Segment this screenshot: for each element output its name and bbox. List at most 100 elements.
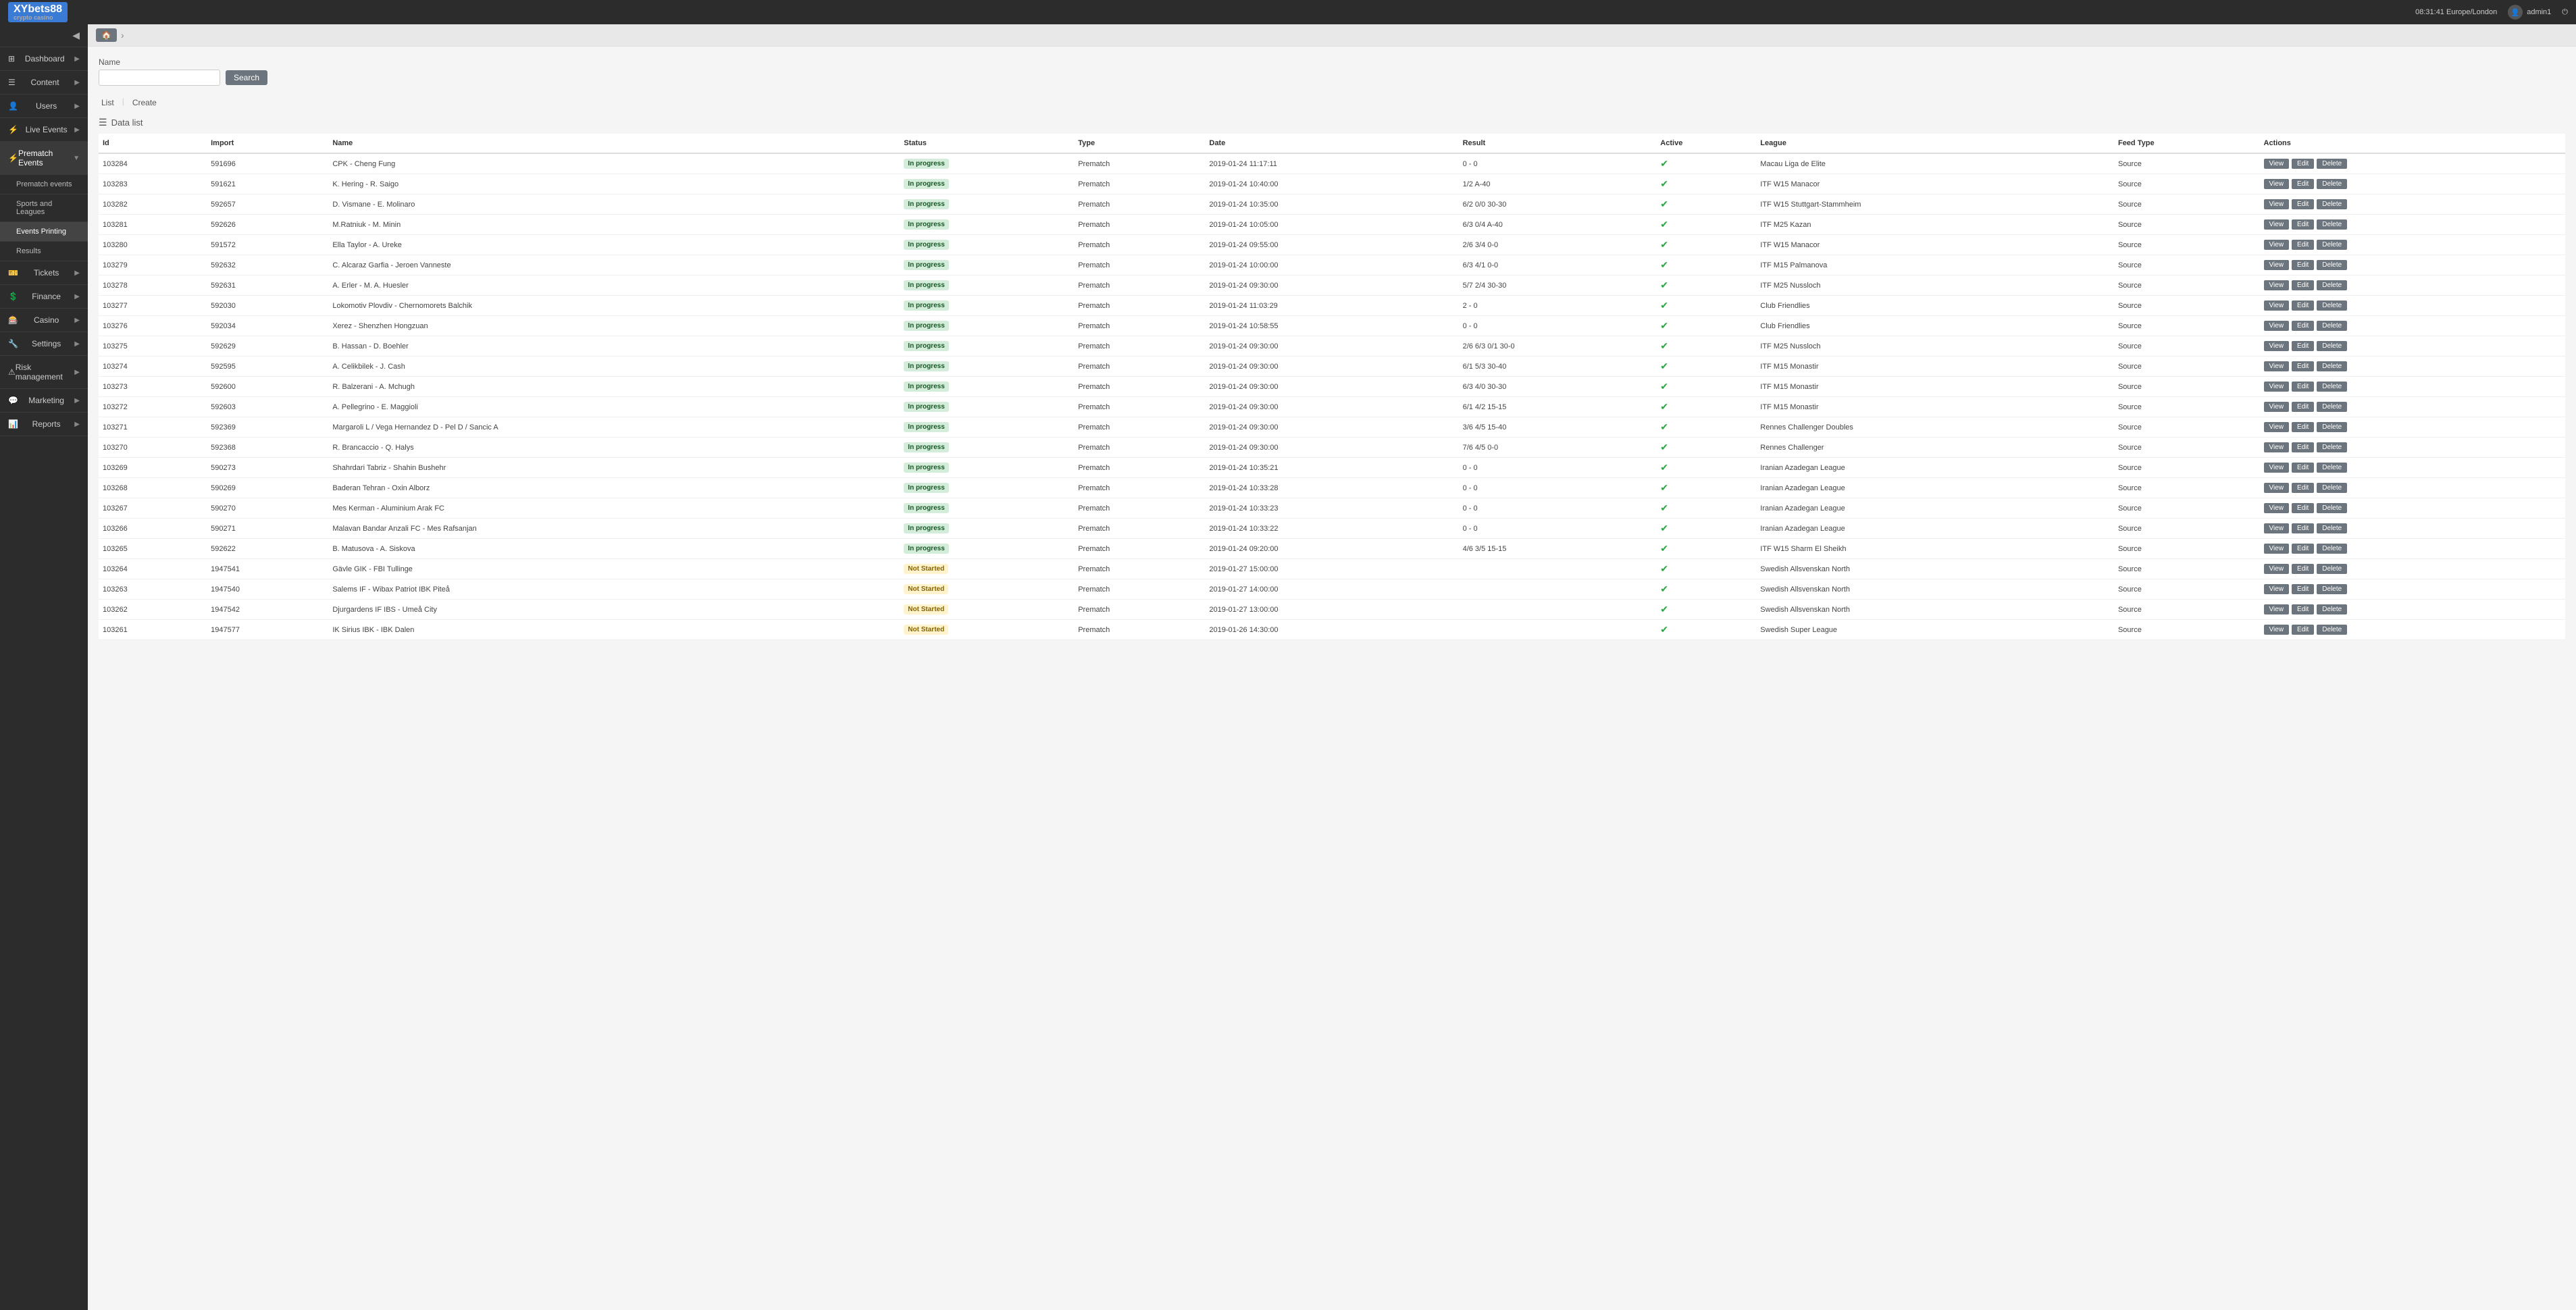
- view-button[interactable]: View: [2264, 625, 2290, 635]
- edit-button[interactable]: Edit: [2292, 544, 2314, 554]
- edit-button[interactable]: Edit: [2292, 442, 2314, 452]
- edit-button[interactable]: Edit: [2292, 199, 2314, 209]
- edit-button[interactable]: Edit: [2292, 361, 2314, 371]
- delete-button[interactable]: Delete: [2317, 463, 2347, 473]
- delete-button[interactable]: Delete: [2317, 321, 2347, 331]
- edit-button[interactable]: Edit: [2292, 463, 2314, 473]
- delete-button[interactable]: Delete: [2317, 422, 2347, 432]
- edit-button[interactable]: Edit: [2292, 219, 2314, 230]
- cell-result: 6/1 5/3 30-40: [1459, 357, 1657, 377]
- cell-status: In progress: [900, 377, 1074, 397]
- home-button[interactable]: 🏠: [96, 28, 117, 42]
- sidebar-item-settings[interactable]: 🔧 Settings ▶: [0, 332, 88, 356]
- delete-button[interactable]: Delete: [2317, 280, 2347, 290]
- delete-button[interactable]: Delete: [2317, 604, 2347, 614]
- edit-button[interactable]: Edit: [2292, 584, 2314, 594]
- sidebar-item-live-events[interactable]: ⚡ Live Events ▶: [0, 118, 88, 142]
- sidebar-sub-results[interactable]: Results: [0, 242, 88, 261]
- delete-button[interactable]: Delete: [2317, 199, 2347, 209]
- edit-button[interactable]: Edit: [2292, 604, 2314, 614]
- view-button[interactable]: View: [2264, 321, 2290, 331]
- sidebar-sub-events-printing[interactable]: Events Printing: [0, 222, 88, 242]
- view-button[interactable]: View: [2264, 199, 2290, 209]
- delete-button[interactable]: Delete: [2317, 625, 2347, 635]
- view-button[interactable]: View: [2264, 523, 2290, 533]
- sidebar-item-marketing[interactable]: 💬 Marketing ▶: [0, 389, 88, 413]
- edit-button[interactable]: Edit: [2292, 260, 2314, 270]
- search-input[interactable]: [99, 70, 220, 86]
- delete-button[interactable]: Delete: [2317, 503, 2347, 513]
- view-button[interactable]: View: [2264, 422, 2290, 432]
- edit-button[interactable]: Edit: [2292, 503, 2314, 513]
- view-button[interactable]: View: [2264, 260, 2290, 270]
- search-button[interactable]: Search: [226, 70, 267, 85]
- sidebar-item-tickets[interactable]: 🎫 Tickets ▶: [0, 261, 88, 285]
- delete-button[interactable]: Delete: [2317, 260, 2347, 270]
- view-button[interactable]: View: [2264, 361, 2290, 371]
- view-button[interactable]: View: [2264, 503, 2290, 513]
- sidebar-sub-prematch-events[interactable]: Prematch events: [0, 175, 88, 194]
- edit-button[interactable]: Edit: [2292, 382, 2314, 392]
- view-button[interactable]: View: [2264, 341, 2290, 351]
- edit-button[interactable]: Edit: [2292, 179, 2314, 189]
- view-button[interactable]: View: [2264, 159, 2290, 169]
- sidebar-item-finance[interactable]: 💲 Finance ▶: [0, 285, 88, 309]
- view-button[interactable]: View: [2264, 483, 2290, 493]
- sidebar-item-content[interactable]: ☰ Content ▶: [0, 71, 88, 95]
- list-link[interactable]: List: [99, 97, 117, 109]
- view-button[interactable]: View: [2264, 544, 2290, 554]
- delete-button[interactable]: Delete: [2317, 564, 2347, 574]
- edit-button[interactable]: Edit: [2292, 159, 2314, 169]
- delete-button[interactable]: Delete: [2317, 300, 2347, 311]
- delete-button[interactable]: Delete: [2317, 240, 2347, 250]
- edit-button[interactable]: Edit: [2292, 523, 2314, 533]
- view-button[interactable]: View: [2264, 300, 2290, 311]
- sidebar-item-reports[interactable]: 📊 Reports ▶: [0, 413, 88, 436]
- edit-button[interactable]: Edit: [2292, 625, 2314, 635]
- edit-button[interactable]: Edit: [2292, 240, 2314, 250]
- view-button[interactable]: View: [2264, 402, 2290, 412]
- view-button[interactable]: View: [2264, 463, 2290, 473]
- view-button[interactable]: View: [2264, 179, 2290, 189]
- edit-button[interactable]: Edit: [2292, 341, 2314, 351]
- delete-button[interactable]: Delete: [2317, 523, 2347, 533]
- edit-button[interactable]: Edit: [2292, 422, 2314, 432]
- view-button[interactable]: View: [2264, 280, 2290, 290]
- delete-button[interactable]: Delete: [2317, 382, 2347, 392]
- edit-button[interactable]: Edit: [2292, 321, 2314, 331]
- delete-button[interactable]: Delete: [2317, 442, 2347, 452]
- logout-icon[interactable]: ⏻: [2562, 8, 2568, 17]
- delete-button[interactable]: Delete: [2317, 483, 2347, 493]
- edit-button[interactable]: Edit: [2292, 564, 2314, 574]
- delete-button[interactable]: Delete: [2317, 179, 2347, 189]
- delete-button[interactable]: Delete: [2317, 159, 2347, 169]
- delete-button[interactable]: Delete: [2317, 402, 2347, 412]
- sidebar-item-prematch-events[interactable]: ⚡ Prematch Events ▼: [0, 142, 88, 175]
- user-info[interactable]: 👤 admin1: [2508, 5, 2551, 20]
- sidebar-sub-sports-leagues[interactable]: Sports and Leagues: [0, 194, 88, 222]
- view-button[interactable]: View: [2264, 240, 2290, 250]
- sidebar-item-risk-management[interactable]: ⚠ Risk management ▶: [0, 356, 88, 389]
- delete-button[interactable]: Delete: [2317, 341, 2347, 351]
- edit-button[interactable]: Edit: [2292, 300, 2314, 311]
- sidebar-item-casino[interactable]: 🎰 Casino ▶: [0, 309, 88, 332]
- sidebar-item-dashboard[interactable]: ⊞ Dashboard ▶: [0, 47, 88, 71]
- view-button[interactable]: View: [2264, 219, 2290, 230]
- view-button[interactable]: View: [2264, 604, 2290, 614]
- sidebar-toggle[interactable]: ◀: [0, 24, 88, 47]
- edit-button[interactable]: Edit: [2292, 402, 2314, 412]
- delete-button[interactable]: Delete: [2317, 219, 2347, 230]
- view-button[interactable]: View: [2264, 564, 2290, 574]
- edit-button[interactable]: Edit: [2292, 280, 2314, 290]
- view-button[interactable]: View: [2264, 442, 2290, 452]
- create-link[interactable]: Create: [130, 97, 159, 109]
- delete-button[interactable]: Delete: [2317, 544, 2347, 554]
- delete-button[interactable]: Delete: [2317, 361, 2347, 371]
- view-button[interactable]: View: [2264, 382, 2290, 392]
- delete-button[interactable]: Delete: [2317, 584, 2347, 594]
- sidebar-item-users[interactable]: 👤 Users ▶: [0, 95, 88, 118]
- view-button[interactable]: View: [2264, 584, 2290, 594]
- cell-status: In progress: [900, 174, 1074, 194]
- edit-button[interactable]: Edit: [2292, 483, 2314, 493]
- cell-type: Prematch: [1074, 579, 1205, 600]
